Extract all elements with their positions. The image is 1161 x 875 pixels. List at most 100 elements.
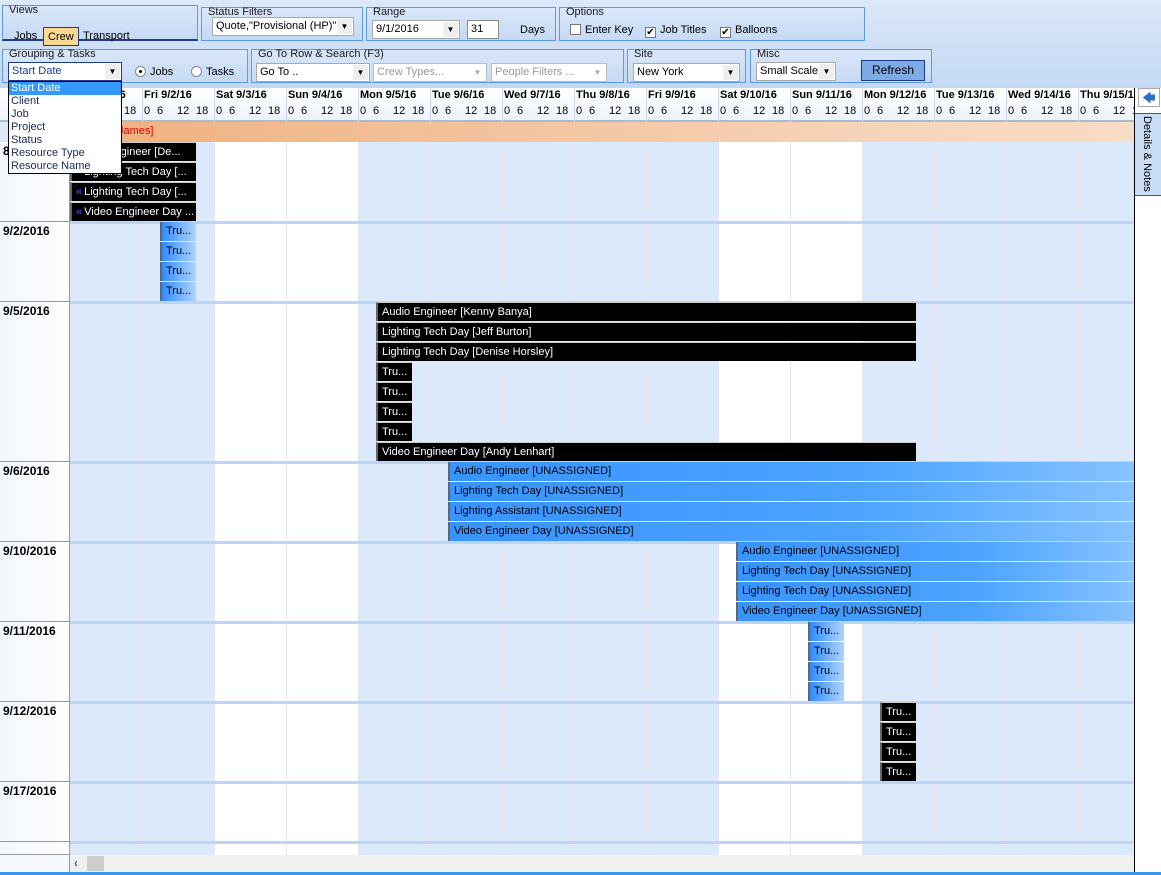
radio-selected-icon [135,66,146,77]
chevron-down-icon: ▼ [337,19,352,34]
task-bar[interactable]: Tru... [376,422,412,441]
goto-select[interactable]: Go To .. ▼ [256,63,370,82]
task-bar[interactable]: Tru... [880,702,916,721]
day-label: Tue 9/13/16 [936,89,995,101]
arrow-left-icon[interactable]: 🡄 [1138,88,1160,107]
task-bar[interactable]: Lighting Tech Day [UNASSIGNED] [736,582,1134,601]
task-bar[interactable]: Audio Engineer [UNASSIGNED] [448,462,1134,481]
task-bar[interactable]: Tru... [160,222,196,241]
refresh-button[interactable]: Refresh [861,60,925,81]
task-bar[interactable]: Video Engineer Day [Andy Lenhart] [376,442,916,461]
task-bar-label: Lighting Tech Day [Jeff Burton] [382,326,532,338]
summary-row-text: James] [118,125,154,137]
day-header: Wed 9/7/16 0 6 12 18 [502,88,574,122]
hour-tick: 18 [124,105,137,117]
grouping-title: Grouping & Tasks [9,48,96,60]
hour-tick: 6 [949,105,956,117]
scale-value: Small Scale [760,65,819,77]
hour-tick: 18 [628,105,641,117]
task-bar[interactable]: Tru... [808,682,844,701]
hour-tick: 6 [1093,105,1100,117]
task-bar[interactable]: Tru... [880,722,916,741]
task-bar[interactable]: Tru... [808,662,844,681]
site-value: New York [637,66,684,78]
status-filters-select[interactable]: Quote,"Provisional (HP)", ▼ [212,17,354,36]
scrollbar-thumb[interactable] [87,856,104,871]
hour-tick: 12 [609,105,622,117]
dropdown-option[interactable]: Resource Type [9,147,121,160]
task-bar[interactable]: Tru... [808,642,844,661]
task-bar[interactable]: Lighting Tech Day [UNASSIGNED] [448,482,1134,501]
task-bar[interactable]: «Video Engineer Day ... [70,202,196,221]
task-bar[interactable]: Audio Engineer [UNASSIGNED] [736,542,1134,561]
day-column [214,122,286,855]
site-select[interactable]: New York ▼ [633,63,740,82]
task-bar[interactable]: Tru... [880,762,916,781]
job-titles-checkbox[interactable]: ✔ Job Titles [645,24,706,38]
dropdown-option[interactable]: Project [9,121,121,134]
task-bar[interactable]: Tru... [376,402,412,421]
task-bar[interactable]: Tru... [376,382,412,401]
task-bar[interactable]: Lighting Assistant [UNASSIGNED] [448,502,1134,521]
day-header: Sat 9/10/16 0 6 12 18 [718,88,790,122]
task-bar-label: Audio Engineer [UNASSIGNED] [742,545,900,557]
status-filters-group: Status Filters Quote,"Provisional (HP)",… [201,6,363,41]
tab-jobs[interactable]: Jobs [10,27,41,46]
task-bar[interactable]: «Lighting Tech Day [... [70,182,196,201]
tab-crew[interactable]: Crew [43,27,79,46]
range-start-date[interactable]: 9/1/2016 ▼ [372,20,460,39]
chevron-down-icon: ▼ [353,65,368,80]
goto-group: Go To Row & Search (F3) Go To .. ▼ Crew T… [251,48,624,83]
task-bar[interactable]: Tru... [160,282,196,301]
schedule-grid: 8Audio Engineer [De...«Lighting Tech Day… [0,122,1134,855]
tab-transport[interactable]: Transport [79,27,134,46]
details-notes-tab[interactable]: Details & Notes [1135,113,1161,196]
task-bar[interactable]: Tru... [808,622,844,641]
task-bar-label: Video Engineer Day [UNASSIGNED] [742,605,922,617]
tasks-radio[interactable]: Tasks [191,66,234,78]
day-label: Sun 9/4/16 [288,89,343,101]
task-bar[interactable]: Tru... [160,242,196,261]
hour-tick: 0 [720,105,727,117]
task-bar[interactable]: Lighting Tech Day [Jeff Burton] [376,322,916,341]
hour-tick: 18 [556,105,569,117]
scroll-left-icon[interactable]: ‹ [74,856,78,870]
misc-title: Misc [757,48,780,60]
dropdown-option[interactable]: Job [9,108,121,121]
task-bar[interactable]: Video Engineer Day [UNASSIGNED] [448,522,1134,541]
task-bar-label: Tru... [814,645,840,657]
jobs-radio[interactable]: Jobs [135,66,173,78]
balloons-checkbox[interactable]: ✔ Balloons [720,24,777,38]
grouping-value: Start Date [12,65,62,77]
grouping-select[interactable]: Start Date ▼ [8,62,122,81]
task-bar[interactable]: Video Engineer Day [UNASSIGNED] [736,602,1134,621]
task-bar-label: Lighting Tech Day [... [84,186,187,198]
task-bar[interactable]: Tru... [880,742,916,761]
task-bar[interactable]: Lighting Tech Day [UNASSIGNED] [736,562,1134,581]
enter-key-checkbox[interactable]: Enter Key [570,24,633,36]
dropdown-option[interactable]: Status [9,134,121,147]
task-bar-label: Tru... [814,625,840,637]
crew-types-select[interactable]: Crew Types... ▼ [373,63,487,82]
goto-value: Go To .. [260,66,299,78]
horizontal-scrollbar[interactable]: ‹ [70,855,1134,872]
scale-select[interactable]: Small Scale ▼ [756,62,836,81]
hour-tick: 0 [432,105,439,117]
hour-tick: 12 [537,105,550,117]
task-bar[interactable]: Audio Engineer [Kenny Banya] [376,302,916,321]
task-bar[interactable]: Lighting Tech Day [Denise Horsley] [376,342,916,361]
dropdown-option[interactable]: Resource Name [9,160,121,173]
range-days-input[interactable]: 31 [467,20,499,39]
task-bar[interactable]: Tru... [160,262,196,281]
people-filters-select[interactable]: People Filters ... ▼ [491,63,607,82]
task-bar[interactable]: Tru... [376,362,412,381]
hour-tick: 12 [969,105,982,117]
summary-row[interactable]: James] [70,122,1134,142]
views-title: Views [9,4,39,16]
task-bar-label: Lighting Tech Day [UNASSIGNED] [742,565,912,577]
dropdown-option[interactable]: Start Date [9,82,121,95]
day-header: Wed 9/14/16 0 6 12 18 [1006,88,1078,122]
dropdown-option[interactable]: Client [9,95,121,108]
task-bar-label: Tru... [166,225,192,237]
crew-types-placeholder: Crew Types... [377,66,445,78]
